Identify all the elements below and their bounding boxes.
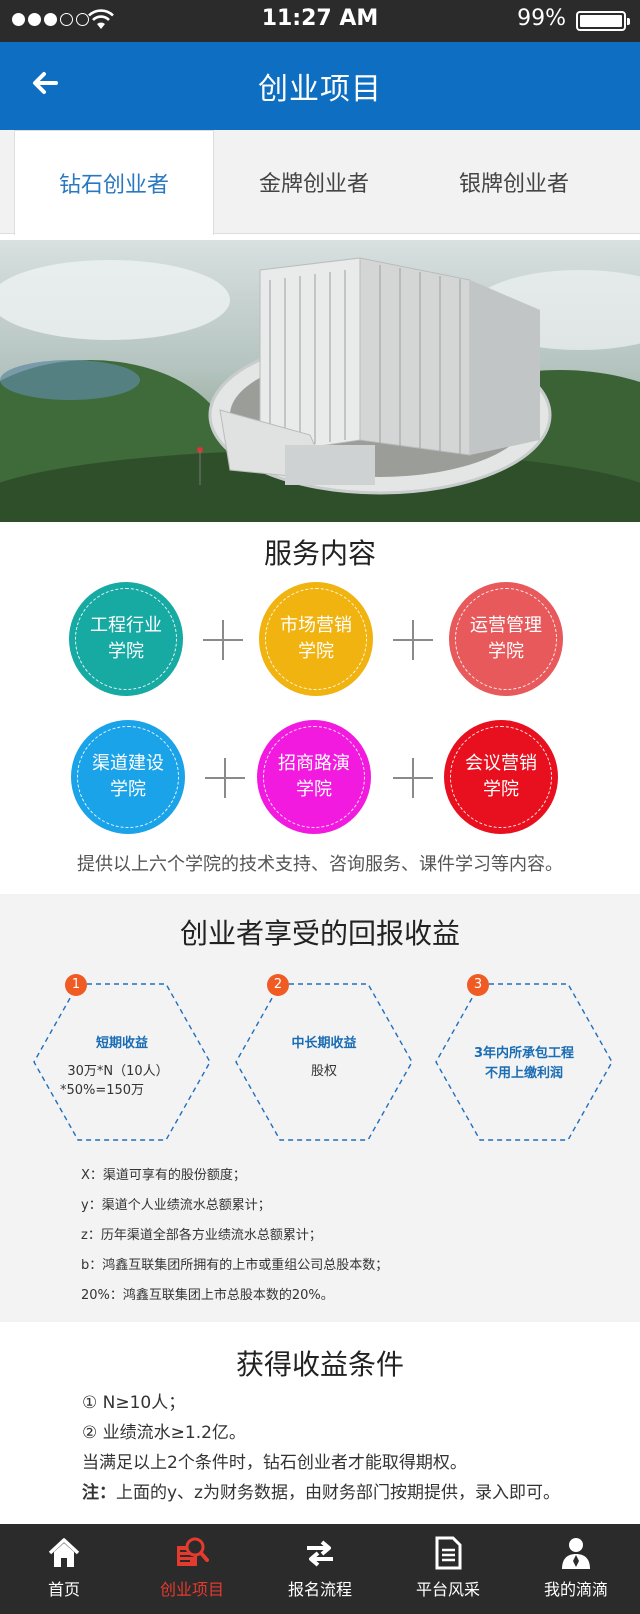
plus-icon — [393, 758, 433, 798]
benefit-title-1: 短期收益 — [95, 1036, 148, 1051]
benefits-section: 创业者享受的回报收益 1 短期收益 30万*N（10人） *50%=150万 2… — [0, 894, 640, 1322]
user-icon — [562, 1538, 590, 1569]
battery-percent: 99% — [517, 6, 566, 31]
note-b: b：鸿鑫互联集团所拥有的上市或重组公司总股本数； — [81, 1258, 389, 1273]
nav-signup-flow[interactable]: 报名流程 — [256, 1524, 384, 1614]
benefit-line-1b: *50%=150万 — [59, 1083, 145, 1098]
nav-showcase[interactable]: 平台风采 — [384, 1524, 512, 1614]
tab-silver[interactable]: 银牌创业者 — [414, 130, 614, 234]
benefits-title: 创业者享受的回报收益 — [179, 917, 460, 950]
tab-diamond[interactable]: 钻石创业者 — [14, 130, 214, 235]
benefit-line-3a: 不用上缴利润 — [484, 1066, 563, 1081]
step-badge-1: 1 — [65, 974, 87, 996]
battery-icon — [576, 11, 630, 31]
benefit-title-3: 3年内所承包工程 — [473, 1046, 575, 1061]
status-bar: 11:27 AM 99% — [0, 0, 640, 42]
plus-icon — [205, 758, 245, 798]
note-y: y：渠道个人业绩流水总额累计； — [81, 1198, 271, 1213]
benefit-line-2a: 股权 — [310, 1064, 337, 1079]
academy-channel[interactable]: 渠道建设 学院 — [71, 720, 185, 834]
document-icon — [435, 1536, 462, 1570]
app-header: 创业项目 — [0, 42, 640, 130]
nav-home[interactable]: 首页 — [0, 1524, 128, 1614]
step-badge-3: 3 — [467, 974, 489, 996]
academy-operations[interactable]: 运营管理 学院 — [449, 582, 563, 696]
bottom-nav: 首页 创业项目 报名流程 平台风采 我的滴滴 — [0, 1524, 640, 1614]
academy-roadshow[interactable]: 招商路演 学院 — [257, 720, 371, 834]
benefit-line-1a: 30万*N（10人） — [67, 1064, 169, 1079]
step-badge-2: 2 — [267, 974, 289, 996]
condition-2: ② 业绩流水≥1.2亿。 — [82, 1423, 246, 1443]
hero-building-image — [0, 240, 640, 522]
condition-1: ① N≥10人； — [82, 1393, 186, 1413]
note-z: z：历年渠道全部各方业绩流水总额累计； — [81, 1228, 322, 1243]
plus-icon — [393, 620, 433, 660]
services-title: 服务内容 — [263, 537, 376, 570]
note-x: X：渠道可享有的股份额度； — [81, 1168, 246, 1183]
plus-icon — [203, 620, 243, 660]
note-label: 注： — [82, 1483, 116, 1503]
conditions-title: 获得收益条件 — [235, 1348, 404, 1381]
benefit-title-2: 中长期收益 — [291, 1036, 357, 1051]
condition-note: 注：上面的y、z为财务数据，由财务部门按期提供，录入即可。 — [82, 1478, 560, 1503]
nav-my-account[interactable]: 我的滴滴 — [512, 1524, 640, 1614]
home-icon — [48, 1538, 80, 1567]
tab-gold[interactable]: 金牌创业者 — [214, 130, 414, 234]
note-text: 上面的y、z为财务数据，由财务部门按期提供，录入即可。 — [116, 1483, 560, 1503]
page-title: 创业项目 — [258, 72, 382, 107]
project-search-icon — [177, 1537, 209, 1566]
academy-marketing[interactable]: 市场营销 学院 — [259, 582, 373, 696]
academy-conference[interactable]: 会议营销 学院 — [444, 720, 558, 834]
swap-arrows-icon — [307, 1540, 333, 1567]
academy-engineering[interactable]: 工程行业 学院 — [69, 582, 183, 696]
nav-projects[interactable]: 创业项目 — [128, 1524, 256, 1614]
services-description: 提供以上六个学院的技术支持、咨询服务、课件学习等内容。 — [77, 854, 563, 875]
note-percent: 20%：鸿鑫互联集团上市总股本数的20%。 — [81, 1288, 334, 1303]
condition-summary: 当满足以上2个条件时，钻石创业者才能取得期权。 — [82, 1453, 467, 1473]
tab-bar: 钻石创业者 金牌创业者 银牌创业者 — [0, 130, 640, 235]
